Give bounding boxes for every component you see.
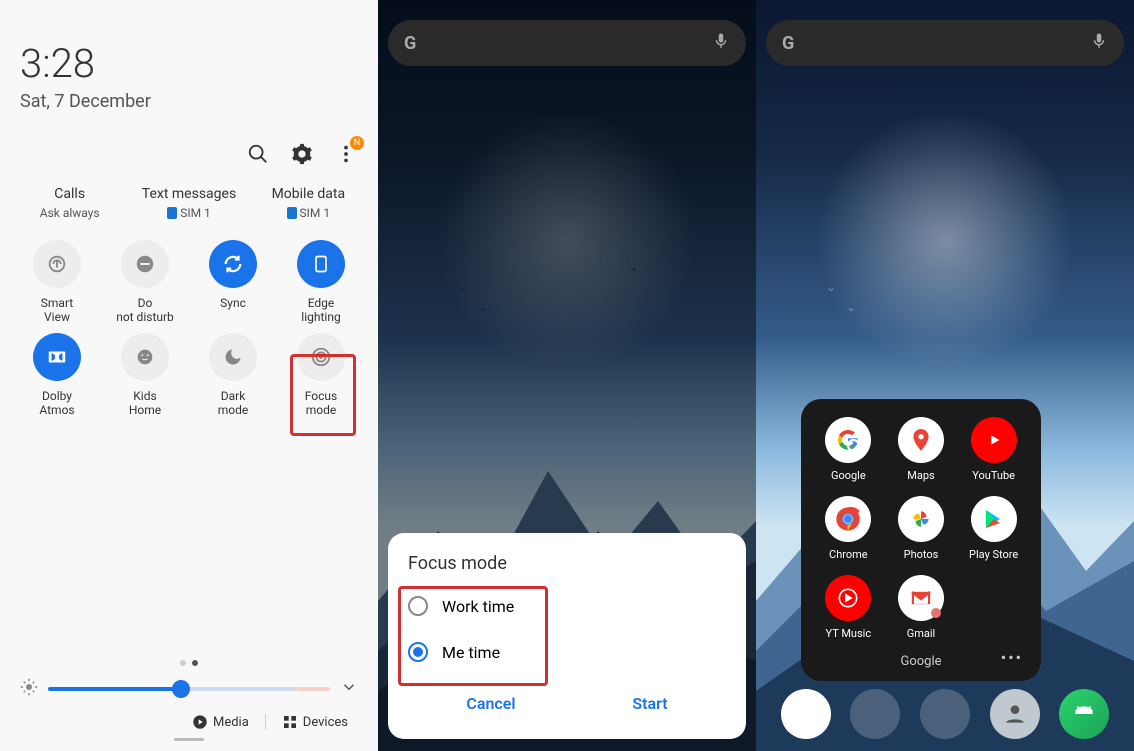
smart-view-toggle[interactable]: SmartView xyxy=(15,240,99,325)
notification-badge: N xyxy=(350,136,364,150)
dolby-atmos-toggle[interactable]: DolbyAtmos xyxy=(15,333,99,418)
dock-app-4[interactable] xyxy=(990,689,1040,739)
google-g-icon: G xyxy=(404,33,416,54)
google-app[interactable]: Google xyxy=(815,417,882,482)
do-not-disturb-toggle[interactable]: Donot disturb xyxy=(103,240,187,325)
sim-selector[interactable]: Mobile dataSIM 1 xyxy=(249,186,368,220)
devices-button[interactable]: Devices xyxy=(282,714,348,730)
dialog-title: Focus mode xyxy=(408,553,726,574)
media-button[interactable]: Media xyxy=(192,714,249,730)
dark-mode-toggle[interactable]: Darkmode xyxy=(191,333,275,418)
home-screen: ⌄ ⌄ G GoogleMapsYouTubeChromePhotosPlay … xyxy=(756,0,1134,751)
mic-icon[interactable] xyxy=(712,32,730,54)
folder-name[interactable]: Google xyxy=(815,654,1027,669)
ytmusic-app[interactable]: YT Music xyxy=(815,575,882,640)
edge-lighting-toggle[interactable]: Edgelighting xyxy=(279,240,363,325)
mic-icon[interactable] xyxy=(1090,32,1108,54)
maps-app[interactable]: Maps xyxy=(888,417,955,482)
dock-app-2[interactable] xyxy=(850,689,900,739)
brightness-slider[interactable] xyxy=(48,687,330,691)
clock-date: Sat, 7 December xyxy=(20,91,358,112)
search-icon[interactable] xyxy=(246,142,270,166)
google-g-icon: G xyxy=(782,33,794,54)
more-icon[interactable]: N xyxy=(334,142,358,166)
dock-app-3[interactable] xyxy=(920,689,970,739)
expand-icon[interactable] xyxy=(340,678,358,700)
focus-mode-highlight xyxy=(290,354,356,436)
kids-home-toggle[interactable]: KidsHome xyxy=(103,333,187,418)
start-button[interactable]: Start xyxy=(632,686,667,721)
photos-app[interactable]: Photos xyxy=(888,496,955,561)
drag-handle[interactable] xyxy=(174,738,204,741)
focus-mode-dialog: Focus mode Work timeMe time Cancel Start xyxy=(388,533,746,739)
dock-app-1[interactable] xyxy=(781,689,831,739)
page-indicator[interactable] xyxy=(20,660,358,666)
app-folder[interactable]: GoogleMapsYouTubeChromePhotosPlay StoreY… xyxy=(801,399,1041,681)
google-search-bar[interactable]: G xyxy=(766,20,1124,66)
dock-app-5[interactable] xyxy=(1059,689,1109,739)
chrome-app[interactable]: Chrome xyxy=(815,496,882,561)
dock xyxy=(756,689,1134,739)
quick-settings-panel: 3:28 Sat, 7 December N CallsAsk alwaysTe… xyxy=(0,0,378,751)
sim-selector[interactable]: CallsAsk always xyxy=(10,186,129,220)
bird-icon: ⌄ xyxy=(826,280,836,294)
options-highlight xyxy=(398,586,548,686)
focus-mode-dialog-screen: ⌄ ⌄ ⌄ G Focus mode Work timeMe time Canc… xyxy=(378,0,756,751)
sim-selector[interactable]: Text messagesSIM 1 xyxy=(129,186,248,220)
google-search-bar[interactable]: G xyxy=(388,20,746,66)
brightness-icon xyxy=(20,678,38,700)
folder-menu-icon[interactable]: ••• xyxy=(1001,648,1023,667)
youtube-app[interactable]: YouTube xyxy=(960,417,1027,482)
clock-time: 3:28 xyxy=(20,40,358,87)
gmail-app[interactable]: Gmail xyxy=(888,575,955,640)
cancel-button[interactable]: Cancel xyxy=(466,686,515,721)
bird-icon: ⌄ xyxy=(846,300,856,314)
divider xyxy=(265,714,266,730)
settings-icon[interactable] xyxy=(290,142,314,166)
play-app[interactable]: Play Store xyxy=(960,496,1027,561)
sync-toggle[interactable]: Sync xyxy=(191,240,275,325)
